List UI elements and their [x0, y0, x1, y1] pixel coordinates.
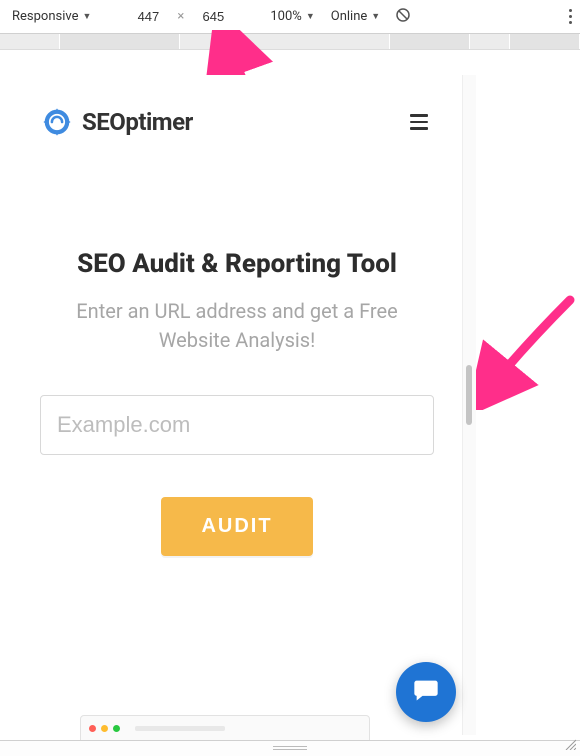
device-mode-label: Responsive: [12, 9, 79, 24]
throttle-label: Online: [331, 9, 368, 24]
resize-grip-icon: [466, 365, 472, 425]
device-stage: SEOptimer SEO Audit & Reporting Tool Ent…: [0, 50, 580, 740]
breakpoint-ruler[interactable]: [0, 34, 580, 50]
resize-corner-icon[interactable]: [564, 735, 576, 754]
gear-arrows-icon: [40, 105, 74, 139]
hero-section: SEO Audit & Reporting Tool Enter an URL …: [40, 249, 434, 556]
kebab-menu-icon: [569, 9, 572, 24]
annotation-arrow-right: [470, 290, 580, 410]
brand-logo[interactable]: SEOptimer: [40, 105, 193, 139]
hamburger-icon: [410, 114, 428, 117]
viewport-size-controls: ×: [125, 7, 236, 27]
chat-launcher-button[interactable]: [396, 662, 456, 722]
page-body: SEOptimer SEO Audit & Reporting Tool Ent…: [12, 75, 462, 735]
url-input[interactable]: [40, 395, 434, 455]
device-mode-select[interactable]: Responsive ▼: [8, 7, 95, 26]
chevron-down-icon: ▼: [83, 11, 92, 22]
menu-button[interactable]: [404, 108, 434, 136]
viewport-resize-handle-right[interactable]: [462, 75, 476, 735]
devtools-device-toolbar: Responsive ▼ × 100% ▼ Online ▼: [0, 0, 580, 34]
page-subtitle: Enter an URL address and get a Free Webs…: [40, 297, 434, 355]
more-options-button[interactable]: [569, 9, 572, 24]
zoom-label: 100%: [270, 9, 301, 24]
window-footer: [0, 740, 580, 756]
dimension-separator: ×: [175, 9, 186, 24]
zoom-select[interactable]: 100% ▼: [266, 7, 318, 26]
brand-name: SEOptimer: [82, 108, 193, 136]
viewport-height-input[interactable]: [190, 7, 236, 27]
chevron-down-icon: ▼: [306, 11, 315, 22]
emulated-viewport[interactable]: SEOptimer SEO Audit & Reporting Tool Ent…: [12, 75, 462, 735]
site-header: SEOptimer: [40, 95, 434, 139]
rotate-icon[interactable]: [394, 6, 412, 28]
drag-handle-icon[interactable]: [273, 746, 307, 750]
browser-mockup-image: [80, 715, 370, 741]
page-title: SEO Audit & Reporting Tool: [40, 249, 434, 279]
audit-button[interactable]: AUDIT: [161, 497, 312, 556]
chevron-down-icon: ▼: [371, 11, 380, 22]
viewport-width-input[interactable]: [125, 7, 171, 27]
throttle-select[interactable]: Online ▼: [327, 7, 384, 26]
chat-bubble-icon: [412, 676, 440, 708]
